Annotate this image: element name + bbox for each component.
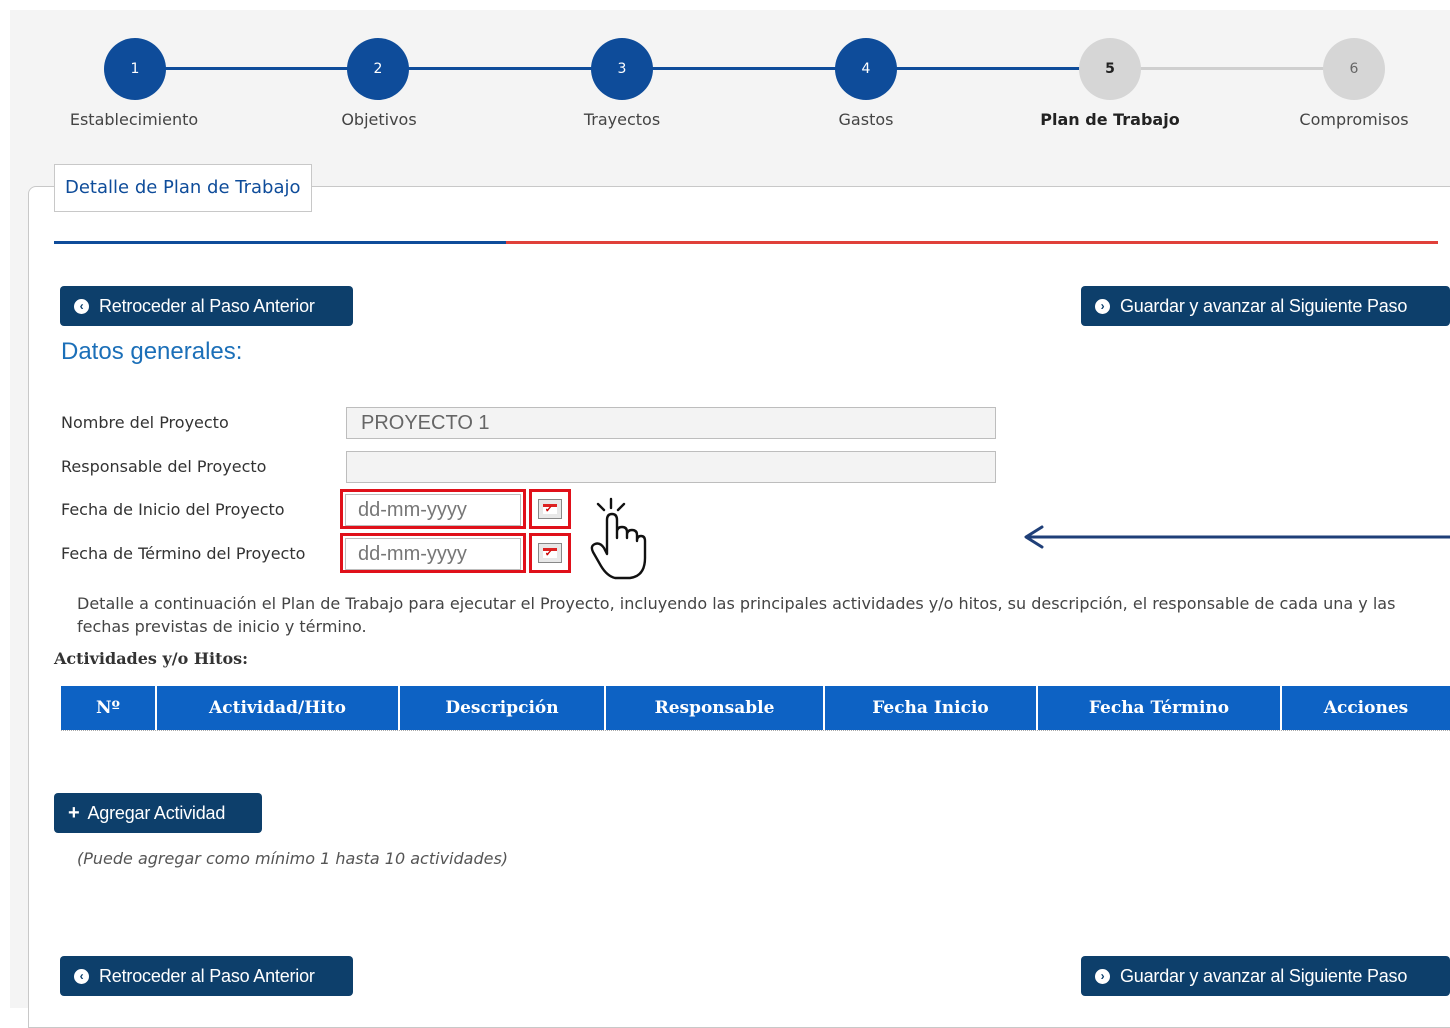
- col-header-responsible: Responsable: [606, 686, 825, 730]
- activities-note: (Puede agregar como mínimo 1 hasta 10 ac…: [77, 849, 509, 868]
- arrow-left-circle-icon: ‹: [74, 298, 89, 314]
- activities-heading: Actividades y/o Hitos:: [54, 649, 249, 668]
- step-6-number: 6: [1349, 61, 1359, 77]
- end-date-calendar-icon[interactable]: ✔: [538, 543, 562, 563]
- start-date-input[interactable]: dd-mm-yyyy: [345, 494, 521, 526]
- step-1-circle[interactable]: 1: [104, 38, 166, 100]
- step-6-circle: 6: [1323, 38, 1385, 100]
- col-header-start-date: Fecha Inicio: [825, 686, 1038, 730]
- step-5-number: 5: [1105, 61, 1115, 77]
- back-button-top[interactable]: ‹ Retroceder al Paso Anterior: [60, 286, 353, 326]
- arrow-left-circle-icon: ‹: [74, 968, 89, 984]
- add-activity-button[interactable]: + Agregar Actividad: [54, 793, 262, 833]
- project-name-label: Nombre del Proyecto: [61, 413, 229, 432]
- project-name-input[interactable]: PROYECTO 1: [346, 407, 996, 439]
- step-2-circle[interactable]: 2: [347, 38, 409, 100]
- step-1-number: 1: [130, 61, 140, 77]
- col-header-end-date: Fecha Término: [1038, 686, 1282, 730]
- col-header-actions: Acciones: [1282, 686, 1450, 730]
- plus-icon: +: [68, 802, 80, 824]
- step-4-number: 4: [861, 61, 871, 77]
- pointing-hand-icon: [590, 497, 647, 580]
- step-2-number: 2: [373, 61, 383, 77]
- step-2-label: Objetivos: [341, 110, 417, 129]
- col-header-description: Descripción: [400, 686, 606, 730]
- step-3-number: 3: [617, 61, 627, 77]
- back-button-bottom[interactable]: ‹ Retroceder al Paso Anterior: [60, 956, 353, 996]
- back-button-label: Retroceder al Paso Anterior: [99, 295, 315, 316]
- next-button-label: Guardar y avanzar al Siguiente Paso: [1120, 295, 1408, 316]
- progress-bar-remaining: [506, 241, 1438, 244]
- step-5-circle: 5: [1079, 38, 1141, 100]
- panel-legend: Detalle de Plan de Trabajo: [54, 164, 312, 212]
- start-date-calendar-icon[interactable]: ✔: [538, 499, 562, 519]
- back-button-label: Retroceder al Paso Anterior: [99, 965, 315, 986]
- section-title: Datos generales:: [61, 338, 243, 365]
- add-activity-label: Agregar Actividad: [87, 802, 226, 823]
- next-button-top[interactable]: › Guardar y avanzar al Siguiente Paso: [1081, 286, 1450, 326]
- next-button-bottom[interactable]: › Guardar y avanzar al Siguiente Paso: [1081, 956, 1450, 996]
- step-5-label: Plan de Trabajo: [1040, 110, 1180, 129]
- calendar-check: ✔: [545, 505, 553, 515]
- step-4-label: Gastos: [838, 110, 894, 129]
- arrow-right-circle-icon: ›: [1095, 968, 1110, 984]
- end-date-input[interactable]: dd-mm-yyyy: [345, 538, 521, 570]
- end-date-label: Fecha de Término del Proyecto: [61, 544, 306, 563]
- responsible-label: Responsable del Proyecto: [61, 457, 267, 476]
- step-1-label: Establecimiento: [69, 110, 199, 129]
- step-4-circle[interactable]: 4: [835, 38, 897, 100]
- step-6-label: Compromisos: [1299, 110, 1409, 129]
- step-3-circle[interactable]: 3: [591, 38, 653, 100]
- activities-table-header: Nº Actividad/Hito Descripción Responsabl…: [61, 686, 1450, 731]
- arrow-right-circle-icon: ›: [1095, 298, 1110, 314]
- responsible-input[interactable]: [346, 451, 996, 483]
- instructions-text: Detalle a continuación el Plan de Trabaj…: [77, 594, 1396, 636]
- calendar-check: ✔: [545, 549, 553, 559]
- step-3-label: Trayectos: [583, 110, 661, 129]
- col-header-activity: Actividad/Hito: [157, 686, 400, 730]
- progress-bar-filled: [54, 241, 506, 244]
- start-date-label: Fecha de Inicio del Proyecto: [61, 500, 285, 519]
- stepper-line-pending: [1111, 67, 1355, 70]
- arrow-left-icon: [1024, 525, 1450, 549]
- col-header-number: Nº: [61, 686, 157, 730]
- next-button-label: Guardar y avanzar al Siguiente Paso: [1120, 965, 1408, 986]
